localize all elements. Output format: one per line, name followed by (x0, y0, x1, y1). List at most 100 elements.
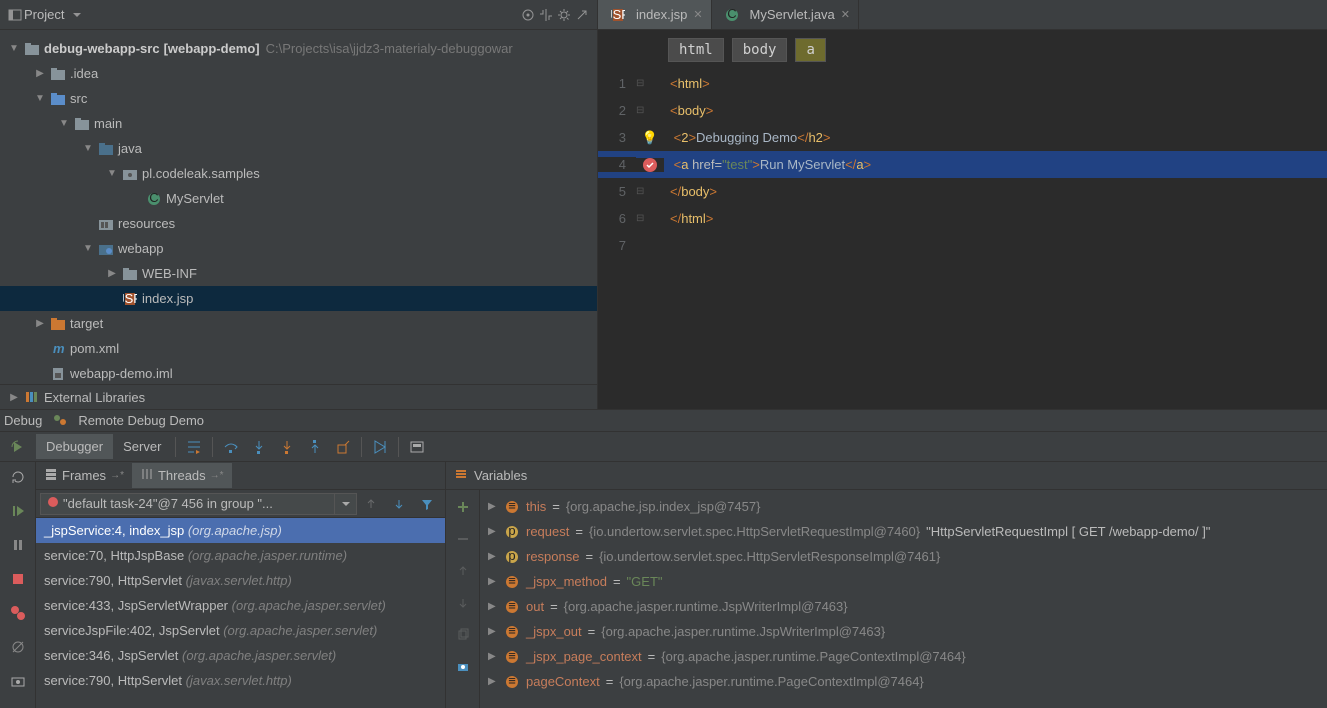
fold-icon[interactable]: ⊟ (636, 213, 644, 224)
close-tab-icon[interactable]: ✕ (693, 8, 702, 21)
move-down-icon[interactable] (452, 592, 474, 614)
frame-row[interactable]: service:790, HttpServlet (javax.servlet.… (36, 668, 445, 693)
tree-node[interactable]: ▼ java (0, 136, 597, 161)
tree-node-root[interactable]: ▼ debug-webapp-src [webapp-demo] C:\Proj… (0, 36, 597, 61)
tree-node[interactable]: ▼ webapp (0, 236, 597, 261)
code-line-current[interactable]: 4 <a href="test">Run MyServlet</a> (598, 151, 1327, 178)
frame-row[interactable]: serviceJspFile:402, JspServlet (org.apac… (36, 618, 445, 643)
resume-icon[interactable] (7, 500, 29, 522)
stop-icon[interactable] (7, 568, 29, 590)
project-title[interactable]: Project (24, 7, 64, 22)
frame-row[interactable]: service:790, HttpServlet (javax.servlet.… (36, 568, 445, 593)
frame-row[interactable]: service:346, JspServlet (org.apache.jasp… (36, 643, 445, 668)
expand-arrow-icon[interactable]: ▼ (82, 243, 94, 254)
view-breakpoints-icon[interactable] (7, 602, 29, 624)
filter-icon[interactable] (416, 493, 438, 515)
pin-icon[interactable]: →* (210, 470, 224, 481)
show-watches-icon[interactable] (452, 656, 474, 678)
frame-row[interactable]: service:70, HttpJspBase (org.apache.jasp… (36, 543, 445, 568)
tree-node[interactable]: ▼ src (0, 86, 597, 111)
variables-list[interactable]: ▶≡this = {org.apache.jsp.index_jsp@7457}… (480, 490, 1327, 708)
expand-arrow-icon[interactable]: ▶ (8, 392, 20, 403)
prev-frame-icon[interactable] (360, 493, 382, 515)
breadcrumb-item-active[interactable]: a (795, 38, 825, 62)
code-line[interactable]: 7 (598, 232, 1327, 259)
bulb-icon[interactable]: 💡 (642, 130, 658, 146)
debugger-tab[interactable]: Debugger (36, 434, 113, 459)
expand-arrow-icon[interactable]: ▶ (34, 318, 46, 329)
new-watch-icon[interactable] (452, 496, 474, 518)
expand-arrow-icon[interactable]: ▶ (488, 501, 498, 512)
tree-node[interactable]: ▼ pl.codeleak.samples (0, 161, 597, 186)
tree-node[interactable]: ▶ .idea (0, 61, 597, 86)
tree-node[interactable]: m pom.xml (0, 336, 597, 361)
expand-arrow-icon[interactable]: ▶ (34, 68, 46, 79)
expand-arrow-icon[interactable]: ▶ (488, 651, 498, 662)
target-icon[interactable] (519, 6, 537, 24)
variable-row[interactable]: ▶≡_jspx_method = "GET" (480, 569, 1327, 594)
code-line[interactable]: 5 ⊟ </body> (598, 178, 1327, 205)
camera-icon[interactable] (7, 670, 29, 692)
code-editor[interactable]: 1 ⊟ <html> 2 ⊟ <body> 3 💡 <2>Debugging D… (598, 70, 1327, 259)
frame-list[interactable]: _jspService:4, index_jsp (org.apache.jsp… (36, 518, 445, 708)
tree-node[interactable]: ▼ main (0, 111, 597, 136)
variable-row[interactable]: ▶≡_jspx_page_context = {org.apache.jaspe… (480, 644, 1327, 669)
tree-node[interactable]: ▶ target (0, 311, 597, 336)
pin-icon[interactable]: →* (110, 470, 124, 481)
expand-arrow-icon[interactable]: ▼ (82, 143, 94, 154)
fold-icon[interactable]: ⊟ (636, 78, 644, 89)
expand-arrow-icon[interactable]: ▶ (106, 268, 118, 279)
expand-arrow-icon[interactable]: ▼ (34, 93, 46, 104)
next-frame-icon[interactable] (388, 493, 410, 515)
expand-arrow-icon[interactable]: ▼ (58, 118, 70, 129)
tree-node-selected[interactable]: JSP index.jsp (0, 286, 597, 311)
thread-selector[interactable]: "default task-24"@7 456 in group "... (40, 493, 335, 515)
expand-arrow-icon[interactable]: ▶ (488, 576, 498, 587)
frames-tab[interactable]: Frames →* (36, 463, 132, 488)
expand-arrow-icon[interactable]: ▼ (106, 168, 118, 179)
variable-row[interactable]: ▶≡out = {org.apache.jasper.runtime.JspWr… (480, 594, 1327, 619)
tree-node[interactable]: ▶ WEB-INF (0, 261, 597, 286)
expand-arrow-icon[interactable]: ▼ (8, 43, 20, 54)
rerun-icon[interactable] (7, 436, 29, 458)
threads-tab[interactable]: Threads →* (132, 463, 232, 488)
gear-icon[interactable] (555, 6, 573, 24)
frame-row[interactable]: _jspService:4, index_jsp (org.apache.jsp… (36, 518, 445, 543)
expand-arrow-icon[interactable]: ▶ (488, 551, 498, 562)
variable-row[interactable]: ▶prequest = {io.undertow.servlet.spec.Ht… (480, 519, 1327, 544)
server-tab[interactable]: Server (113, 434, 171, 459)
expand-arrow-icon[interactable]: ▶ (488, 676, 498, 687)
mute-breakpoints-icon[interactable] (7, 636, 29, 658)
breakpoint-icon[interactable] (643, 158, 657, 172)
tree-node[interactable]: webapp-demo.iml (0, 361, 597, 384)
fold-icon[interactable]: ⊟ (636, 186, 644, 197)
expand-arrow-icon[interactable]: ▶ (488, 526, 498, 537)
code-line[interactable]: 6 ⊟ </html> (598, 205, 1327, 232)
thread-dropdown-icon[interactable] (335, 493, 357, 515)
update-icon[interactable] (7, 466, 29, 488)
code-line[interactable]: 2 ⊟ <body> (598, 97, 1327, 124)
force-step-into-icon[interactable] (276, 436, 298, 458)
close-tab-icon[interactable]: ✕ (841, 8, 850, 21)
editor-tab-indexjsp[interactable]: JSP index.jsp ✕ (598, 0, 712, 29)
copy-icon[interactable] (452, 624, 474, 646)
move-up-icon[interactable] (452, 560, 474, 582)
code-line[interactable]: 1 ⊟ <html> (598, 70, 1327, 97)
collapse-icon[interactable] (537, 6, 555, 24)
expand-arrow-icon[interactable]: ▶ (488, 601, 498, 612)
breadcrumb-item[interactable]: body (732, 38, 788, 62)
pause-icon[interactable] (7, 534, 29, 556)
run-to-cursor-icon[interactable] (369, 436, 391, 458)
external-libraries[interactable]: ▶ External Libraries (0, 384, 597, 409)
fold-icon[interactable]: ⊟ (636, 105, 644, 116)
project-view-icon[interactable] (6, 6, 24, 24)
tree-node[interactable]: resources (0, 211, 597, 236)
show-execution-point-icon[interactable] (183, 436, 205, 458)
tree-node[interactable]: C MyServlet (0, 186, 597, 211)
variable-row[interactable]: ▶presponse = {io.undertow.servlet.spec.H… (480, 544, 1327, 569)
chevron-down-icon[interactable] (68, 6, 86, 24)
expand-arrow-icon[interactable]: ▶ (488, 626, 498, 637)
remove-watch-icon[interactable] (452, 528, 474, 550)
step-out-icon[interactable] (304, 436, 326, 458)
editor-tab-myservlet[interactable]: C MyServlet.java ✕ (712, 0, 859, 29)
